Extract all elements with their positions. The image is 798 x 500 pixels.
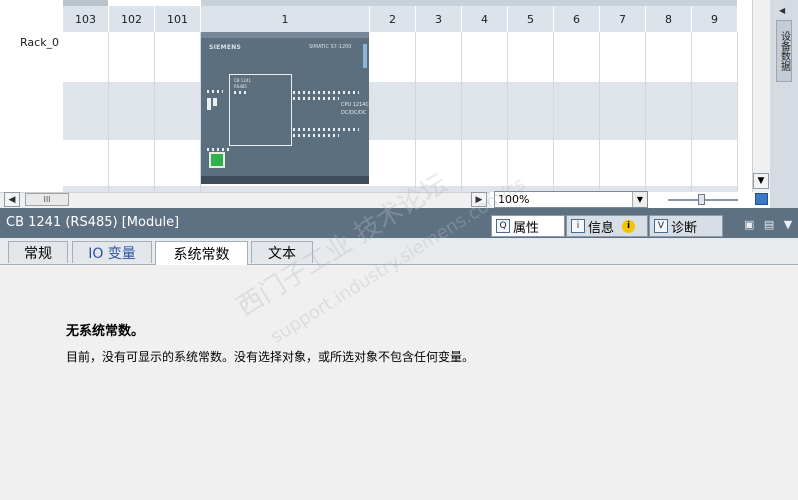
cpu-module[interactable]: SIEMENS SIMATIC S7-1200 CB 1241 RS485 CP… bbox=[201, 32, 369, 184]
cpu-led-row bbox=[293, 97, 339, 100]
info-tab-icon: i bbox=[571, 219, 585, 233]
slot-cell-103[interactable] bbox=[63, 32, 109, 192]
slot-cell-102[interactable] bbox=[109, 32, 155, 192]
cpu-led-row bbox=[293, 128, 359, 131]
vertical-scrollbar[interactable] bbox=[752, 0, 770, 192]
message-body: 目前，没有可显示的系统常数。没有选择对象，或所选对象不包含任何变量。 bbox=[66, 350, 475, 364]
slot-header-8[interactable]: 8 bbox=[646, 6, 692, 32]
slot-header-4[interactable]: 4 bbox=[462, 6, 508, 32]
cpu-side-indicator bbox=[363, 44, 367, 68]
slot-header-101[interactable]: 101 bbox=[155, 6, 201, 32]
cpu-brand-label: SIEMENS bbox=[209, 44, 242, 51]
chevron-left-icon[interactable]: ◀ bbox=[779, 6, 785, 15]
cpu-bottom-bar bbox=[201, 176, 369, 184]
slot-header-1[interactable]: 1 bbox=[201, 6, 370, 32]
cpu-led-row bbox=[207, 90, 223, 93]
slot-cell-4[interactable] bbox=[462, 32, 508, 192]
cb-led-row bbox=[234, 91, 248, 94]
inspector-subtabs: 常规 IO 变量 系统常数 文本 bbox=[0, 238, 798, 265]
slot-cell-7[interactable] bbox=[600, 32, 646, 192]
zoom-slider[interactable] bbox=[668, 194, 738, 206]
cpu-port-icon bbox=[213, 98, 217, 106]
slot-cell-3[interactable] bbox=[416, 32, 462, 192]
horizontal-scrollbar[interactable] bbox=[0, 192, 490, 209]
tab-info-label: 信息 bbox=[588, 220, 615, 236]
slot-header-3[interactable]: 3 bbox=[416, 6, 462, 32]
cb-1241-board[interactable]: CB 1241 RS485 bbox=[229, 74, 292, 146]
scroll-down-button[interactable]: ▼ bbox=[753, 173, 769, 189]
cb-board-label: CB 1241 bbox=[234, 78, 251, 83]
slot-cell-8[interactable] bbox=[646, 32, 692, 192]
zoom-slider-knob[interactable] bbox=[698, 194, 705, 205]
subtab-texts[interactable]: 文本 bbox=[251, 241, 313, 263]
message-title: 无系统常数。 bbox=[66, 324, 145, 339]
slot-cell-5[interactable] bbox=[508, 32, 554, 192]
tab-diagnostics[interactable]: V 诊断 bbox=[649, 215, 723, 237]
zoom-select[interactable]: 100% ▼ bbox=[494, 191, 648, 208]
tab-info[interactable]: i 信息 i bbox=[566, 215, 648, 237]
cpu-led-row bbox=[207, 148, 231, 151]
cpu-port-icon bbox=[207, 98, 211, 110]
zoom-value: 100% bbox=[498, 193, 530, 206]
tab-diagnostics-label: 诊断 bbox=[671, 220, 698, 236]
subtab-io-tags[interactable]: IO 变量 bbox=[72, 241, 152, 263]
slot-header-7[interactable]: 7 bbox=[600, 6, 646, 32]
scroll-thumb[interactable]: III bbox=[25, 193, 69, 206]
chevron-down-icon[interactable]: ▼ bbox=[632, 192, 647, 207]
subtab-system-constants[interactable]: 系统常数 bbox=[155, 241, 248, 265]
slot-cell-9[interactable] bbox=[692, 32, 738, 192]
tab-properties[interactable]: Q 属性 bbox=[491, 215, 565, 237]
panel-window-controls[interactable]: ▣ ▤ ▼ bbox=[744, 218, 795, 231]
device-rack-view[interactable]: 103 102 101 1 2 3 4 5 6 7 8 9 Rack_0 SIE… bbox=[0, 0, 770, 192]
device-data-side-tab[interactable]: 设备数据 bbox=[776, 20, 792, 82]
slot-header-6[interactable]: 6 bbox=[554, 6, 600, 32]
info-warning-icon: i bbox=[622, 219, 636, 233]
slot-header-9[interactable]: 9 bbox=[692, 6, 738, 32]
slot-header-102[interactable]: 102 bbox=[109, 6, 155, 32]
side-task-bar: ◀ 设备数据 bbox=[770, 0, 798, 208]
rack-label: Rack_0 bbox=[20, 36, 60, 49]
tab-properties-label: 属性 bbox=[513, 220, 540, 236]
scroll-left-button[interactable]: ◀ bbox=[4, 192, 20, 207]
slot-cell-6[interactable] bbox=[554, 32, 600, 192]
cpu-led-row bbox=[293, 91, 359, 94]
slot-header-103[interactable]: 103 bbox=[63, 6, 109, 32]
cpu-led-row bbox=[293, 134, 339, 137]
cpu-series-label: SIMATIC S7-1200 bbox=[309, 44, 352, 50]
slot-cell-101[interactable] bbox=[155, 32, 201, 192]
overview-navigation-icon[interactable] bbox=[755, 193, 768, 205]
slot-header-2[interactable]: 2 bbox=[370, 6, 416, 32]
cpu-model-label: CPU 1214C bbox=[341, 102, 369, 108]
subtab-general[interactable]: 常规 bbox=[8, 241, 68, 263]
inspector-content: 无系统常数。 目前，没有可显示的系统常数。没有选择对象，或所选对象不包含任何变量… bbox=[0, 265, 798, 500]
cpu-model-sublabel: DC/DC/DC bbox=[341, 110, 367, 116]
diagnostics-icon: V bbox=[654, 219, 668, 233]
inspector-title-bar: CB 1241 (RS485) [Module] Q 属性 i 信息 i V 诊… bbox=[0, 208, 798, 238]
cb-board-sublabel: RS485 bbox=[234, 84, 247, 89]
slot-cell-2[interactable] bbox=[370, 32, 416, 192]
properties-icon: Q bbox=[496, 219, 510, 233]
cpu-top-strip bbox=[201, 32, 369, 38]
slot-header-5[interactable]: 5 bbox=[508, 6, 554, 32]
scroll-right-button[interactable]: ▶ bbox=[471, 192, 487, 207]
ethernet-port-icon bbox=[209, 152, 225, 168]
inspector-title: CB 1241 (RS485) [Module] bbox=[6, 215, 180, 230]
